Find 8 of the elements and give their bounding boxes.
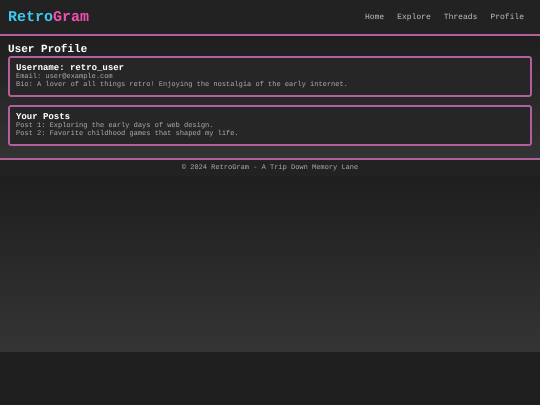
nav-link[interactable]: Explore [397,12,431,22]
logo: RetroGram [8,8,90,26]
card-title: Your Posts [16,112,70,122]
card-title: Username: retro_user [16,63,126,73]
page-title: User Profile [8,44,88,56]
nav-link[interactable]: Threads [444,12,478,22]
nav-link[interactable]: Home [364,12,384,22]
nav-link[interactable]: Profile [490,12,524,22]
